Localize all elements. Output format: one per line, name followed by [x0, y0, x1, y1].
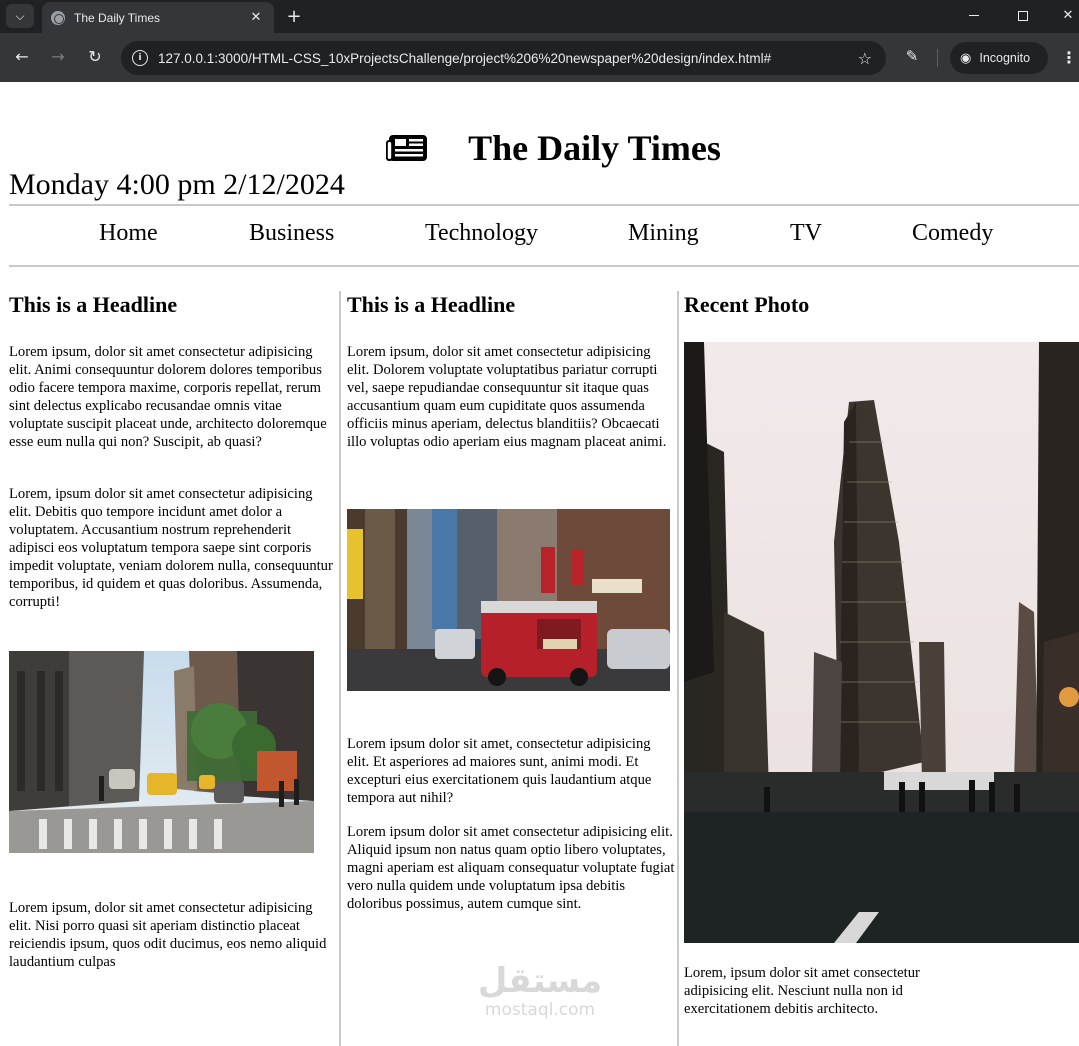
kebab-menu-icon[interactable]: ⋮ [1061, 45, 1077, 69]
close-icon[interactable]: ✕ [248, 10, 264, 25]
divider [9, 265, 1079, 267]
article-column-1: This is a Headline Lorem ipsum, dolor si… [9, 290, 337, 970]
article-column-2: This is a Headline Lorem ipsum, dolor si… [347, 290, 675, 912]
back-arrow-icon[interactable]: ← [10, 44, 34, 68]
url-text[interactable]: 127.0.0.1:3000/HTML-CSS_10xProjectsChall… [158, 51, 858, 66]
nav-link-home[interactable]: Home [99, 220, 158, 247]
nav-link-business[interactable]: Business [249, 220, 334, 247]
article-paragraph: Lorem ipsum dolor sit amet, consectetur … [347, 736, 652, 806]
section-heading: Recent Photo [684, 292, 810, 317]
toolbar-divider [937, 49, 938, 67]
newspaper-icon [386, 135, 428, 161]
article-paragraph: Lorem ipsum, dolor sit amet consectetur … [347, 344, 667, 450]
browser-tab-strip: ⌵ The Daily Times ✕ + ✕ [0, 0, 1079, 33]
maximize-icon[interactable] [1000, 0, 1046, 31]
flatiron-building-photo [684, 342, 1079, 943]
reload-icon[interactable]: ↻ [83, 44, 107, 68]
globe-icon [51, 10, 65, 25]
browser-toolbar: ← → ↻ i 127.0.0.1:3000/HTML-CSS_10xProje… [0, 33, 1079, 82]
city-street-crosswalk-photo [9, 651, 314, 853]
main-nav: Home Business Technology Mining TV Comed… [9, 220, 1079, 252]
incognito-label: Incognito [979, 51, 1031, 65]
article-headline: This is a Headline [347, 292, 516, 317]
tab-list-icon[interactable]: ⌵ [6, 4, 34, 28]
star-icon[interactable]: ☆ [858, 49, 872, 68]
site-title: The Daily Times [468, 128, 721, 168]
plus-icon[interactable]: + [282, 4, 306, 28]
watermark: مستقل mostaql.com [470, 962, 610, 1020]
forward-arrow-icon[interactable]: → [46, 44, 70, 68]
nav-link-comedy[interactable]: Comedy [912, 220, 993, 247]
nav-link-mining[interactable]: Mining [628, 220, 699, 247]
minimize-icon[interactable] [951, 0, 997, 31]
nav-link-tv[interactable]: TV [790, 220, 822, 247]
divider [9, 204, 1079, 206]
site-info-icon[interactable]: i [132, 50, 148, 66]
article-headline: This is a Headline [9, 292, 178, 317]
article-paragraph: Lorem ipsum dolor sit amet consectetur a… [347, 824, 675, 912]
incognito-chip[interactable]: ◉ Incognito [950, 42, 1048, 74]
address-bar[interactable]: i 127.0.0.1:3000/HTML-CSS_10xProjectsCha… [121, 41, 886, 75]
browser-tab[interactable]: The Daily Times ✕ [42, 2, 274, 33]
dateline: Monday 4:00 pm 2/12/2024 [9, 168, 345, 201]
article-paragraph: Lorem ipsum, dolor sit amet consectetur … [9, 344, 327, 450]
tab-title: The Daily Times [74, 10, 161, 25]
nav-link-technology[interactable]: Technology [425, 220, 538, 247]
photo-caption: Lorem, ipsum dolor sit amet consectetur … [684, 965, 920, 1017]
newspaper-page: The Daily Times Monday 4:00 pm 2/12/2024… [0, 82, 1079, 1046]
incognito-icon: ◉ [960, 50, 972, 66]
article-paragraph: Lorem ipsum, dolor sit amet consectetur … [9, 900, 327, 970]
article-paragraph: Lorem, ipsum dolor sit amet consectetur … [9, 486, 333, 610]
fire-truck-street-photo [347, 509, 670, 691]
masthead: The Daily Times [0, 124, 1079, 172]
column-divider [339, 291, 341, 1046]
recent-photo-column: Recent Photo Lorem, ipsum dolor sit amet… [684, 290, 1079, 1017]
extensions-icon[interactable]: ✎ [902, 46, 922, 66]
watermark-arabic: مستقل [477, 961, 603, 1001]
watermark-latin: mostaql.com [484, 1000, 596, 1020]
close-window-icon[interactable]: ✕ [1045, 0, 1079, 31]
column-divider [677, 291, 679, 1046]
